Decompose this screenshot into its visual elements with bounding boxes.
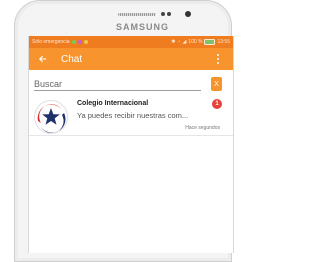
notification-icon [77,40,82,44]
chat-timestamp: Hace segundos [185,125,220,131]
status-right: ✱ ◔ ◢ 100 % 13:55 [171,39,230,45]
search-bar: X [29,77,233,97]
notification-icon [83,40,88,44]
overflow-menu-icon[interactable] [217,54,219,64]
back-arrow-icon[interactable] [39,55,47,63]
wifi-icon: ◔ [177,39,181,45]
brand-logo: SAMSUNG [116,22,170,32]
unread-badge: 1 [212,99,222,109]
avatar [34,100,68,134]
sensor-dot [167,12,171,16]
school-logo-icon [36,102,66,133]
battery-icon [204,39,216,45]
search-input[interactable] [34,77,201,91]
page-title: Chat [61,53,83,65]
sensor-dot [161,12,165,16]
battery-percent: 100 % [188,39,203,45]
status-time: 13:55 [217,39,230,45]
divider [29,135,233,136]
clear-search-button[interactable]: X [211,77,222,91]
speaker-grill [118,13,156,16]
status-left: Sólo emergencia [32,39,88,45]
chat-list-item[interactable]: Colegio Internacional Ya puedes recibir … [29,97,233,145]
bluetooth-icon: ✱ [171,39,176,45]
app-bar: Chat [29,48,233,70]
chat-name: Colegio Internacional [77,100,149,107]
status-bar: Sólo emergencia ✱ ◔ ◢ 100 % 13:55 [29,36,233,48]
signal-icon: ◢ [182,39,187,45]
screen: Sólo emergencia ✱ ◔ ◢ 100 % 13:55 Chat X [28,36,234,253]
notification-icon [71,40,76,44]
front-camera [185,11,191,17]
chat-preview: Ya puedes recibir nuestras com... [77,111,189,120]
carrier-text: Sólo emergencia [32,39,70,45]
